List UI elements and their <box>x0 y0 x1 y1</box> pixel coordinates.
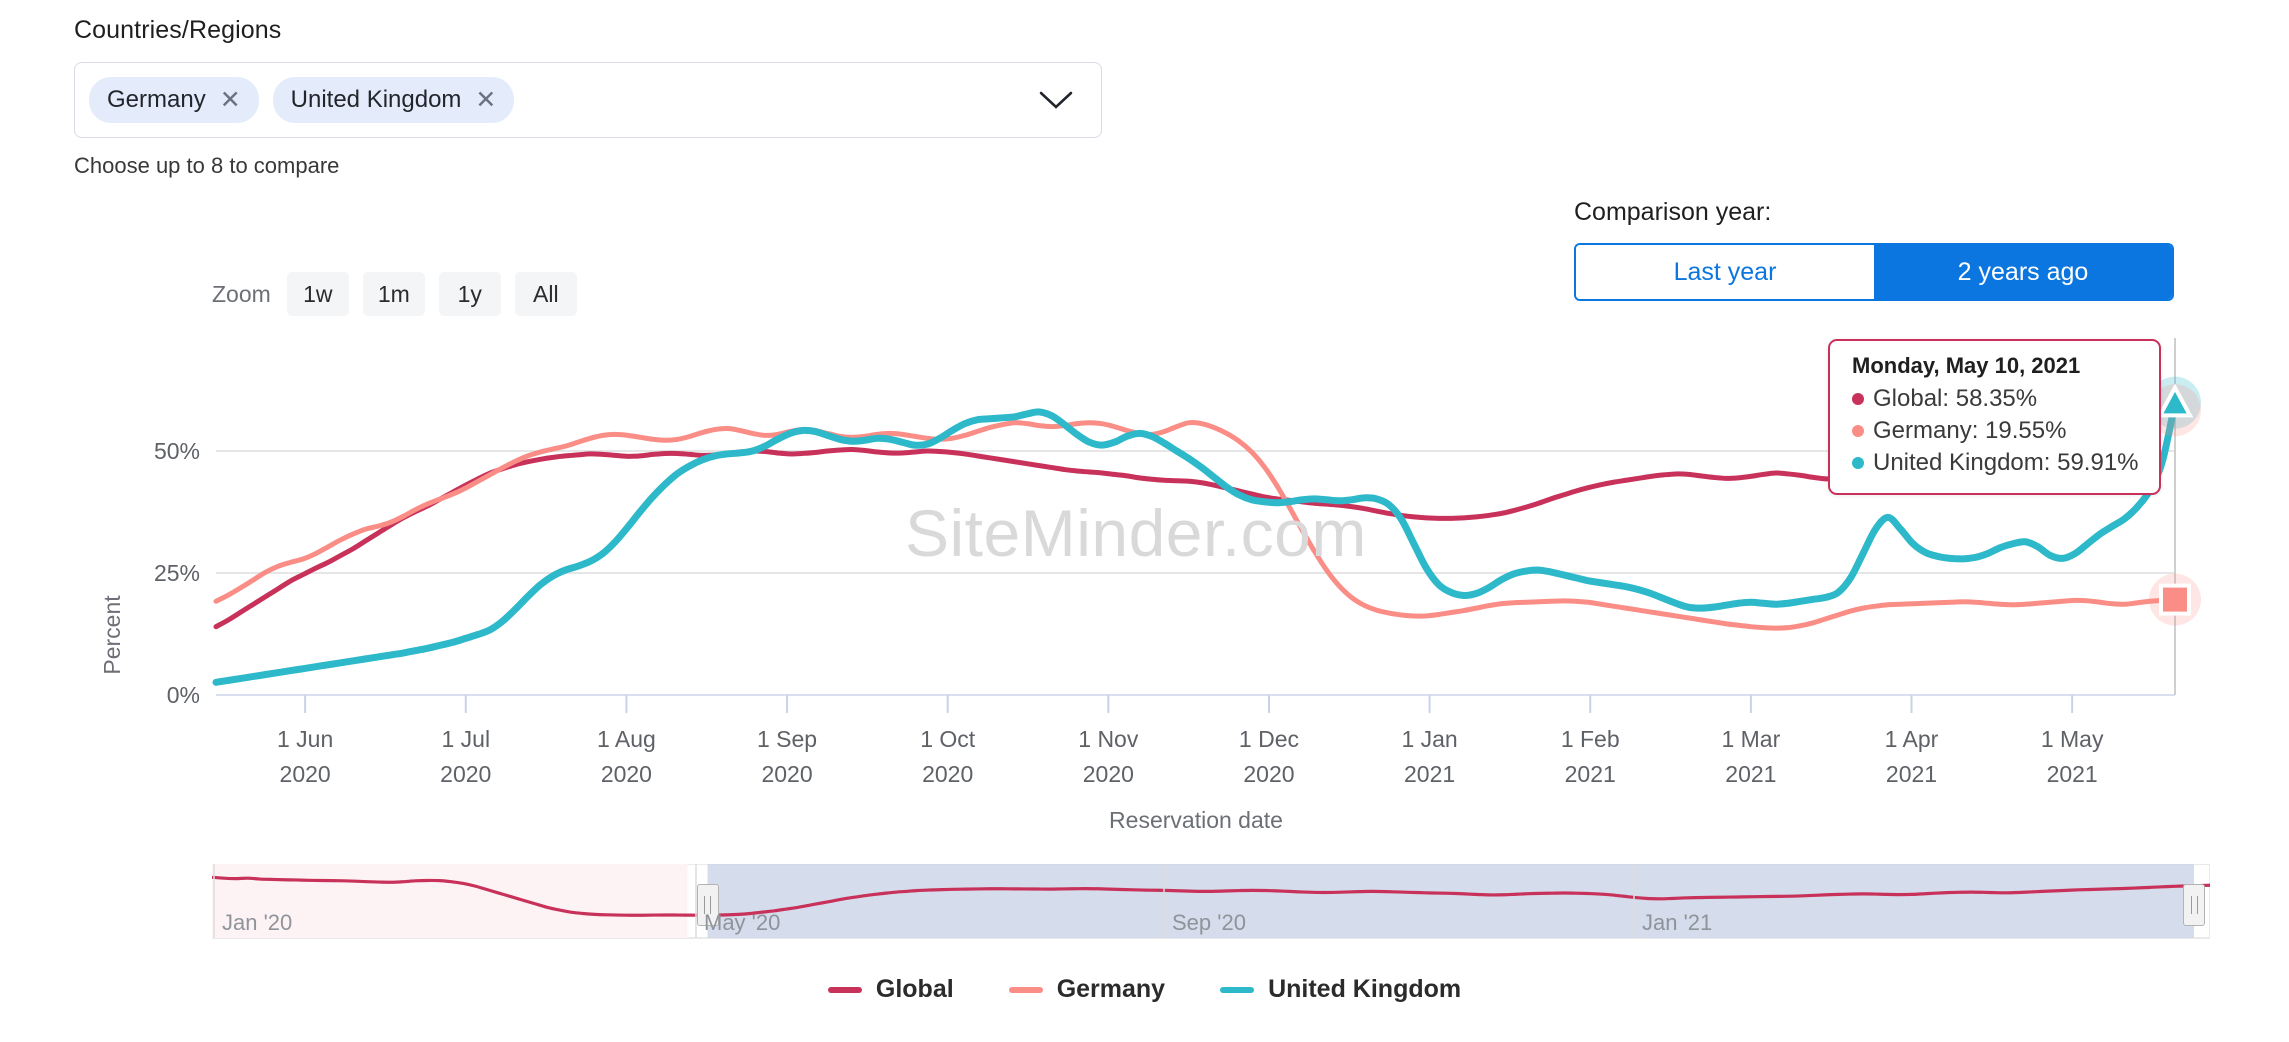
tooltip-dot-uk <box>1852 456 1864 469</box>
x-axis-tick-label: 1 Mar <box>1721 726 1780 752</box>
x-axis-tick-label: 2021 <box>1725 761 1776 787</box>
navigator-tick-label: Jan '20 <box>222 910 293 935</box>
chip-label: Germany <box>107 86 206 113</box>
x-axis-tick-label: 1 Jul <box>441 726 490 752</box>
x-axis-tick-label: 1 Apr <box>1885 726 1939 752</box>
zoom-all-button[interactable]: All <box>514 272 577 316</box>
y-axis-tick-label: 50% <box>154 438 200 464</box>
zoom-1y-button[interactable]: 1y <box>438 272 501 316</box>
x-axis-tick-label: 1 Dec <box>1239 726 1299 752</box>
x-axis-tick-label: 2020 <box>440 761 491 787</box>
selector-label: Countries/Regions <box>74 16 282 44</box>
chip-remove-icon[interactable]: ✕ <box>220 87 241 113</box>
legend-swatch-germany <box>1008 986 1043 993</box>
chip-germany[interactable]: Germany ✕ <box>89 77 259 123</box>
x-axis-tick-label: 2021 <box>2047 761 2098 787</box>
legend-label-global: Global <box>875 975 954 1003</box>
y-axis-tick-labels: 0% 25% 50% <box>154 438 200 708</box>
countries-regions-selector: Countries/Regions Germany ✕ United Kingd… <box>74 16 1102 179</box>
chip-united-kingdom[interactable]: United Kingdom ✕ <box>272 77 515 123</box>
tooltip-text-global: Global: 58.35% <box>1873 385 2038 412</box>
x-axis-tick-label: 2020 <box>1083 761 1134 787</box>
zoom-1m-button[interactable]: 1m <box>362 272 425 316</box>
x-axis-tick-label: 1 Feb <box>1561 726 1620 752</box>
x-axis-tick-label: 2021 <box>1565 761 1616 787</box>
x-axis-tick-label: 1 Nov <box>1078 726 1139 752</box>
x-axis-tick-label: 2020 <box>922 761 973 787</box>
zoom-1w-button[interactable]: 1w <box>286 272 349 316</box>
tooltip-row-global: Global: 58.35% <box>1852 383 2139 415</box>
y-axis-tick-label: 25% <box>154 560 200 586</box>
zoom-label: Zoom <box>212 280 271 307</box>
x-axis-title: Reservation date <box>1109 807 1283 833</box>
legend-swatch-global <box>827 986 862 993</box>
y-axis-tick-label: 0% <box>167 682 200 708</box>
y-axis-title: Percent <box>99 595 125 675</box>
tooltip-dot-germany <box>1852 424 1864 437</box>
tooltip-date: Monday, May 10, 2021 <box>1852 353 2081 378</box>
legend-item-united-kingdom[interactable]: United Kingdom <box>1220 975 1461 1004</box>
countries-multiselect-input[interactable]: Germany ✕ United Kingdom ✕ <box>74 62 1102 138</box>
tooltip-row-germany: Germany: 19.55% <box>1852 415 2139 447</box>
legend-item-global[interactable]: Global <box>827 975 954 1004</box>
x-axis-tick-label: 2021 <box>1886 761 1937 787</box>
navigator-handle-right[interactable] <box>2183 884 2206 926</box>
legend-label-germany: Germany <box>1056 975 1166 1003</box>
chart-zoom-controls: Zoom 1w 1m 1y All <box>212 272 577 316</box>
legend-item-germany[interactable]: Germany <box>1008 975 1166 1004</box>
comparison-year-control: Comparison year: Last year 2 years ago <box>1574 198 2174 301</box>
tooltip-text-germany: Germany: 19.55% <box>1873 416 2067 444</box>
x-axis-tick-label: 2021 <box>1404 761 1455 787</box>
x-axis-tick-label: 1 Jun <box>277 726 333 752</box>
tooltip-text-uk: United Kingdom: 59.91% <box>1873 448 2139 476</box>
x-axis-tick-label: 1 May <box>2041 726 2104 752</box>
x-axis-tick-label: 2020 <box>1243 761 1294 787</box>
chart-range-navigator[interactable]: Jan '20 May '20 Sep '20 Jan '21 <box>212 864 2210 946</box>
comparison-two-years-ago-button[interactable]: 2 years ago <box>1874 245 2172 299</box>
navigator-tick-label: Jan '21 <box>1642 910 1713 935</box>
navigator-tick-label: Sep '20 <box>1172 910 1246 935</box>
legend-swatch-uk <box>1220 986 1255 993</box>
end-marker-germany[interactable] <box>2159 583 2191 616</box>
x-axis-ticks <box>304 695 2074 713</box>
chart-legend: Global Germany United Kingdom <box>0 975 2289 1004</box>
x-axis-tick-labels: 1 Jun 2020 1 Jul 2020 1 Aug 2020 1 Sep 2020 1 Oc… <box>277 726 2104 787</box>
chip-label: United Kingdom <box>290 86 462 113</box>
x-axis-tick-label: 2020 <box>280 761 331 787</box>
x-axis-tick-label: 1 Aug <box>597 726 656 752</box>
tooltip-row-united-kingdom: United Kingdom: 59.91% <box>1852 447 2139 479</box>
selector-help-text: Choose up to 8 to compare <box>74 153 340 178</box>
chip-remove-icon[interactable]: ✕ <box>475 87 496 113</box>
comparison-year-toggle[interactable]: Last year 2 years ago <box>1574 243 2174 301</box>
chart-tooltip: Monday, May 10, 2021 Global: 58.35% Germ… <box>1828 339 2161 495</box>
x-axis-tick-label: 1 Oct <box>920 726 976 752</box>
legend-label-uk: United Kingdom <box>1268 975 1462 1003</box>
chevron-down-icon[interactable] <box>1039 90 1073 110</box>
navigator-selection <box>707 864 2195 938</box>
x-axis-tick-label: 2020 <box>761 761 812 787</box>
comparison-year-label: Comparison year: <box>1574 198 1772 226</box>
navigator-tick-label: May '20 <box>704 910 781 935</box>
x-axis-tick-label: 1 Jan <box>1401 726 1457 752</box>
x-axis-tick-label: 2020 <box>601 761 652 787</box>
tooltip-dot-global <box>1852 392 1864 405</box>
comparison-last-year-button[interactable]: Last year <box>1576 245 1874 299</box>
x-axis-tick-label: 1 Sep <box>757 726 817 752</box>
